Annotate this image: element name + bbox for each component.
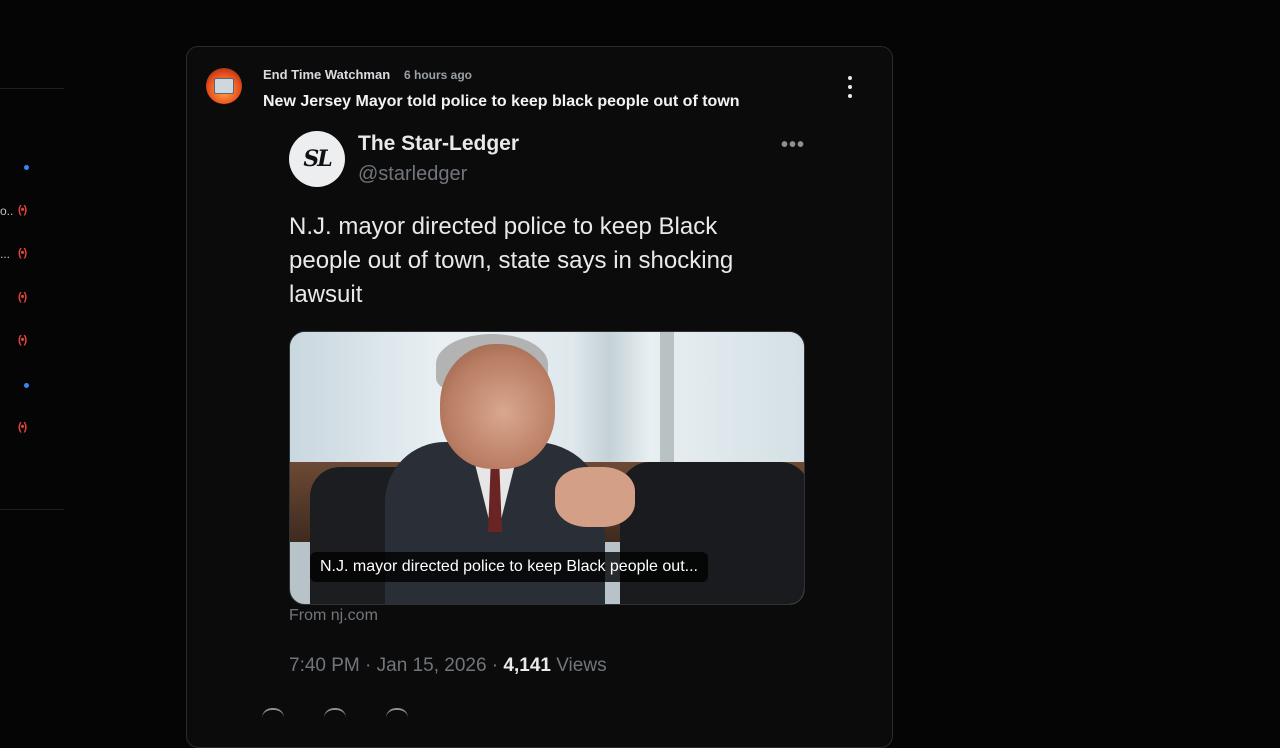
views-label: Views bbox=[550, 655, 607, 676]
reply-icon[interactable] bbox=[262, 708, 284, 724]
link-card-caption: N.J. mayor directed police to keep Black… bbox=[310, 552, 708, 582]
source-avatar[interactable]: SL bbox=[289, 131, 345, 187]
view-count: 4,141 bbox=[503, 655, 551, 676]
post-author[interactable]: End Time Watchman bbox=[263, 67, 390, 82]
link-card-image[interactable]: N.J. mayor directed police to keep Black… bbox=[289, 331, 805, 605]
unread-dot-icon bbox=[24, 165, 29, 170]
sidebar-item-label: ... bbox=[0, 247, 11, 261]
post-time: 6 hours ago bbox=[404, 68, 473, 82]
live-broadcast-icon: (•) bbox=[18, 421, 27, 433]
source-name[interactable]: The Star-Ledger bbox=[358, 132, 519, 156]
live-broadcast-icon: (•) bbox=[18, 204, 27, 216]
live-broadcast-icon: (•) bbox=[18, 247, 27, 259]
like-icon[interactable] bbox=[386, 708, 408, 724]
flame-house-icon bbox=[214, 78, 234, 94]
link-source[interactable]: From nj.com bbox=[289, 607, 378, 625]
repost-icon[interactable] bbox=[324, 708, 346, 724]
action-bar bbox=[262, 708, 408, 724]
live-broadcast-icon: (•) bbox=[18, 334, 27, 346]
more-options-icon[interactable] bbox=[846, 76, 854, 98]
source-handle[interactable]: @starledger bbox=[358, 163, 467, 186]
post-title[interactable]: New Jersey Mayor told police to keep bla… bbox=[263, 93, 740, 111]
sidebar-item-3[interactable]: ... (•) bbox=[0, 246, 27, 262]
unread-dot-icon bbox=[24, 383, 29, 388]
tweet-timestamp[interactable]: 7:40 PM · Jan 15, 2026 · bbox=[289, 655, 503, 676]
embed-text: N.J. mayor directed police to keep Black… bbox=[289, 213, 734, 308]
embed-more-icon[interactable]: ••• bbox=[781, 134, 805, 157]
sidebar-item-2[interactable]: o... (•) bbox=[0, 203, 27, 219]
sidebar-item-label: o... bbox=[0, 204, 14, 218]
left-sidebar bbox=[0, 88, 64, 510]
author-avatar[interactable] bbox=[206, 68, 242, 104]
tweet-meta: 7:40 PM · Jan 15, 2026 · 4,141 Views bbox=[289, 655, 607, 677]
live-broadcast-icon: (•) bbox=[18, 291, 27, 303]
